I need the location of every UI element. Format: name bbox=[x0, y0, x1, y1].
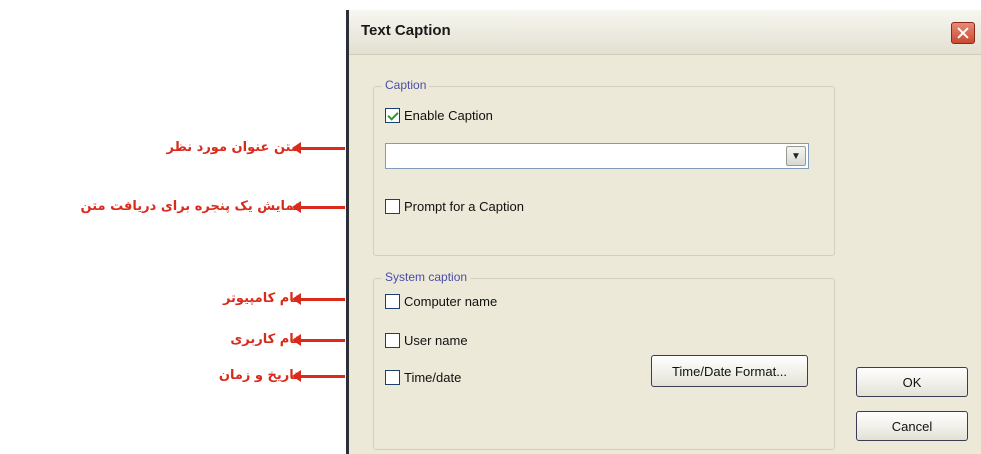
prompt-caption-checkbox[interactable]: Prompt for a Caption bbox=[385, 197, 524, 215]
time-date-label: Time/date bbox=[404, 369, 462, 385]
prompt-caption-label: Prompt for a Caption bbox=[404, 198, 524, 214]
checkbox-icon[interactable] bbox=[385, 369, 400, 385]
annotation-user-name: نام کاربری bbox=[0, 329, 345, 351]
enable-caption-checkbox[interactable]: Enable Caption bbox=[385, 106, 493, 124]
enable-caption-label: Enable Caption bbox=[404, 107, 493, 123]
annotation-label: نام کامپیوتر bbox=[222, 291, 299, 306]
caption-group-legend: Caption bbox=[382, 78, 430, 92]
user-name-checkbox[interactable]: User name bbox=[385, 331, 468, 349]
annotation-time-date: تاریخ و زمان bbox=[0, 365, 345, 387]
close-icon[interactable] bbox=[951, 22, 975, 44]
arrow-icon bbox=[292, 142, 345, 154]
text-caption-dialog: Text Caption Caption Enable Caption ▼ Pr… bbox=[346, 10, 981, 454]
dialog-title: Text Caption bbox=[361, 22, 451, 39]
user-name-label: User name bbox=[404, 332, 468, 348]
checkbox-icon[interactable] bbox=[385, 293, 400, 309]
time-date-checkbox[interactable]: Time/date bbox=[385, 368, 461, 386]
computer-name-checkbox[interactable]: Computer name bbox=[385, 292, 497, 310]
checkbox-checked-icon[interactable] bbox=[385, 107, 400, 123]
arrow-icon bbox=[292, 201, 345, 213]
checkbox-icon[interactable] bbox=[385, 198, 400, 214]
title-bar[interactable]: Text Caption bbox=[349, 10, 981, 55]
annotation-label: نام کاربری bbox=[230, 332, 299, 347]
chevron-down-icon[interactable]: ▼ bbox=[786, 146, 806, 166]
annotation-label: تاریخ و زمان bbox=[218, 368, 299, 383]
ok-button[interactable]: OK bbox=[856, 367, 968, 397]
checkbox-icon[interactable] bbox=[385, 332, 400, 348]
cancel-button[interactable]: Cancel bbox=[856, 411, 968, 441]
arrow-icon bbox=[292, 293, 345, 305]
annotation-prompt: نمایش یک پنجره برای دریافت متن bbox=[0, 196, 345, 218]
time-date-format-button[interactable]: Time/Date Format... bbox=[651, 355, 808, 387]
system-caption-legend: System caption bbox=[382, 270, 471, 284]
annotation-label: نمایش یک پنجره برای دریافت متن bbox=[80, 199, 299, 214]
annotation-caption-text: متن عنوان مورد نظر bbox=[0, 137, 345, 159]
computer-name-label: Computer name bbox=[404, 293, 498, 309]
annotation-computer-name: نام کامپیوتر bbox=[0, 288, 345, 310]
arrow-icon bbox=[292, 370, 345, 382]
annotation-label: متن عنوان مورد نظر bbox=[166, 140, 299, 155]
caption-text-combo[interactable]: ▼ bbox=[385, 143, 809, 169]
arrow-icon bbox=[292, 334, 345, 346]
